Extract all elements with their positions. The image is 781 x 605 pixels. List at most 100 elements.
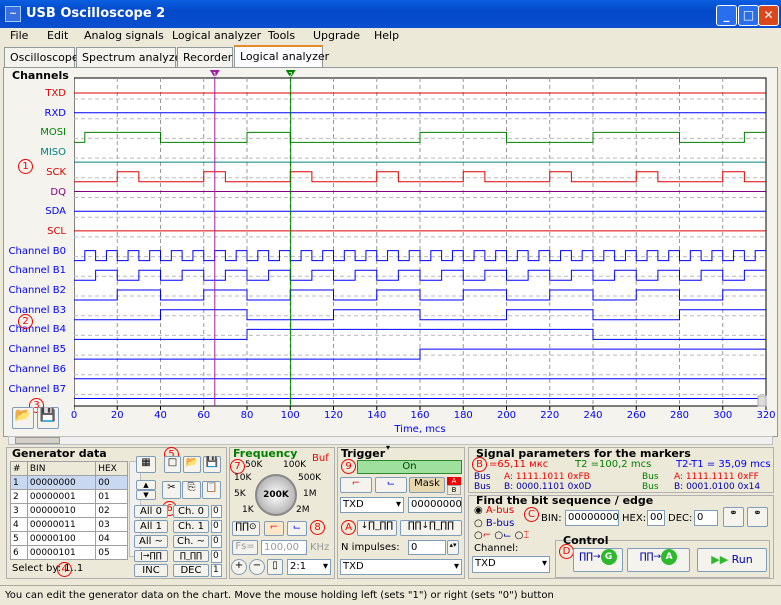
move-down-icon[interactable]: ▼ [136,490,156,500]
table-cell[interactable]: 00000000 [26,475,97,490]
table-view-icon[interactable]: ▦ [136,456,156,473]
table-cell[interactable]: 04 [95,531,128,546]
channel-label[interactable]: MISO [6,147,66,158]
signal-mode-icon[interactable]: ∏∏⊙ [232,521,260,536]
side-value[interactable]: 0 [211,550,222,563]
close-button[interactable]: ✕ [758,5,779,26]
generate-g-button[interactable]: ∏∏→ G [573,548,623,572]
channel-label[interactable]: Channel B1 [6,265,66,276]
edge-radios[interactable]: ○⌐ ○⌙ ○⌶ [474,530,529,541]
mask-input[interactable]: 00000000 [408,497,462,513]
trigger-rising-icon[interactable]: ⌐ [340,477,372,493]
table-row[interactable]: 1 00000000 00 [10,475,128,490]
open-folder-icon[interactable]: 📂 [12,407,34,429]
zoom-out-icon[interactable]: − [249,559,265,575]
table-row[interactable]: 4 00000011 03 [10,517,128,532]
table-cell[interactable]: 2 [10,489,28,504]
chevron-down-icon[interactable]: ▾ [386,443,390,452]
table-cell[interactable]: 6 [10,545,28,560]
table-row[interactable]: 6 00000101 05 [10,545,128,560]
tab-oscilloscope[interactable]: Oscilloscope [4,47,79,67]
table-cell[interactable]: 00000001 [26,489,97,504]
dec-button[interactable]: DEC [173,564,209,577]
fs-input[interactable]: 100,00 [261,540,307,555]
ratio-select[interactable]: 2:1 ▾ [287,559,331,575]
ch-0-button[interactable]: Ch. 0 [173,505,209,518]
menu-file[interactable]: File [10,29,28,42]
side-value[interactable]: 1 [211,564,222,577]
menu-tools[interactable]: Tools [268,29,295,42]
channel-label[interactable]: RXD [6,108,67,119]
mask-button[interactable]: Mask [409,477,445,493]
table-cell[interactable]: 1 [10,475,28,490]
radio-a-bus[interactable]: ◉ A-bus [474,505,514,516]
spinner-icon[interactable]: ▴▾ [447,540,459,555]
channel-label[interactable]: Channel B0 [6,246,66,257]
table-cell[interactable]: 3 [10,503,28,518]
menu-upgrade[interactable]: Upgrade [313,29,360,42]
all-invert-button[interactable]: All ~ [134,535,168,548]
ch-1-button[interactable]: Ch. 1 [173,520,209,533]
hex-input[interactable]: 00 [647,510,665,526]
open-file-icon[interactable]: 📂 [183,456,201,473]
channel-label[interactable]: Channel B6 [6,364,66,375]
channel-label[interactable]: TXD [6,88,66,99]
trigger-falling-icon[interactable]: ⌙ [375,477,407,493]
channel-label[interactable]: Channel B7 [6,384,66,395]
table-cell[interactable]: 02 [95,503,128,518]
find-prev-icon[interactable]: ⚭ [723,507,744,527]
table-cell[interactable]: 00000100 [26,531,97,546]
n-impulses-input[interactable]: 0 [408,540,446,555]
table-cell[interactable]: 00 [95,475,128,490]
channel-label[interactable]: Channel B2 [6,285,66,296]
trigger-channel-select[interactable]: TXD ▾ [340,497,404,513]
page-icon[interactable]: ▯ [267,559,283,575]
channel-label[interactable]: Channel B5 [6,344,66,355]
side-value[interactable]: 0 [211,505,222,518]
find-channel-select[interactable]: TXD ▾ [472,556,550,573]
ch-invert-button[interactable]: Ch. ~ [173,535,209,548]
tab-spectrum-analyzer[interactable]: Spectrum analyzer [76,47,186,67]
channel-label[interactable]: SCL [6,226,66,237]
pattern-icon[interactable]: |→∏∏ [134,550,168,562]
menu-analog-signals[interactable]: Analog signals [84,29,164,42]
table-cell[interactable]: 00000101 [26,545,97,560]
tab-recorder[interactable]: Recorder [177,47,233,67]
save-file-icon[interactable]: 💾 [203,456,221,473]
dec-input[interactable]: 0 [694,510,718,526]
channel-label[interactable]: Channel B4 [6,324,66,335]
find-next-icon[interactable]: ⚭ [747,507,768,527]
frequency-dial[interactable]: 200K [255,474,297,516]
trigger-status[interactable]: On [357,460,462,474]
table-cell[interactable]: 03 [95,517,128,532]
falling-edge-icon[interactable]: ⌙ [287,521,307,536]
scroll-thumb[interactable] [15,437,60,444]
copy-icon[interactable]: ⎘ [182,481,201,499]
save-icon[interactable]: 💾 [37,407,59,429]
rising-edge-icon[interactable]: ⌐ [264,521,284,536]
table-cell[interactable]: 05 [95,545,128,560]
paste-icon[interactable]: 📋 [202,481,221,499]
bin-input[interactable]: 00000000 [565,510,619,526]
trigger-channel2-select[interactable]: TXD ▾ [340,559,462,575]
table-row[interactable]: 3 00000010 02 [10,503,128,518]
generate-a-button[interactable]: ∏∏→ A [627,548,690,572]
all-1-button[interactable]: All 1 [134,520,168,533]
fs-button[interactable]: Fs= [232,540,258,555]
pulse-train-icon[interactable]: ↓∏_∏∏ [357,520,397,536]
table-cell[interactable]: 00000011 [26,517,97,532]
new-file-icon[interactable]: □ [164,456,181,473]
run-button[interactable]: ▶▶ Run [697,548,767,572]
generator-table[interactable]: # BIN HEX 1 00000000 00 2 00000001 01 3 0000001… [10,461,128,560]
side-value[interactable]: 0 [211,520,222,533]
channel-label[interactable]: MOSI [6,127,66,138]
zoom-in-icon[interactable]: + [231,559,247,575]
table-cell[interactable]: 01 [95,489,128,504]
channel-label[interactable]: SCK [6,167,66,178]
table-row[interactable]: 2 00000001 01 [10,489,128,504]
pulse-count-icon[interactable]: ∏∏↓∏_∏∏ [400,520,462,536]
minimize-button[interactable]: _ [716,5,737,26]
channel-label[interactable]: Channel B3 [6,305,66,316]
menu-help[interactable]: Help [374,29,399,42]
channel-label[interactable]: SDA [6,206,66,217]
